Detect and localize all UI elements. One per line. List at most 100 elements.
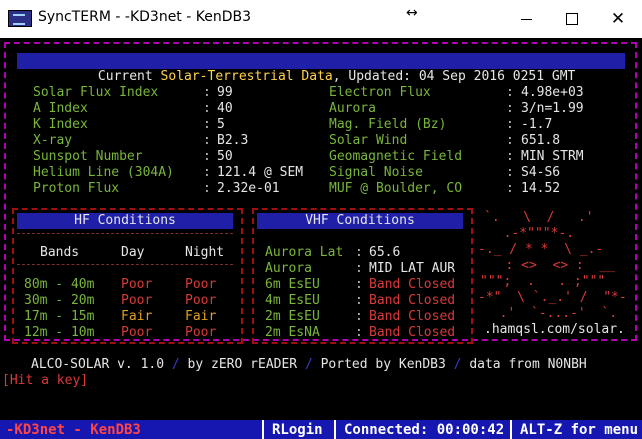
colon: :: [355, 309, 363, 324]
header-suffix: , Updated: 04 Sep 2016 0251 GMT: [332, 69, 576, 84]
status-menu-hint: ALT-Z for menu: [520, 422, 639, 438]
status-protocol: RLogin: [272, 422, 323, 438]
solar-left-label-0: Solar Flux Index: [33, 85, 159, 100]
hit-a-key-prompt[interactable]: [Hit a key]: [2, 373, 88, 389]
colon: :: [506, 181, 514, 196]
minimize-icon: [520, 18, 532, 20]
vhf-title-bar: VHF Conditions: [257, 213, 463, 229]
hf-band: 80m - 40m: [24, 277, 95, 292]
status-divider: [334, 420, 336, 439]
solar-left-label-1: A Index: [33, 101, 88, 116]
resize-icon[interactable]: ↔: [406, 5, 418, 21]
solar-right-value-6: 14.52: [521, 181, 561, 196]
solar-left-label-6: Proton Flux: [33, 181, 120, 196]
art-line: .-*"""*-.: [488, 226, 582, 241]
solar-right-label-2: Mag. Field (Bz): [329, 117, 447, 132]
hf-night: Poor: [185, 277, 217, 292]
window-title: SyncTERM - -KD3net - KenDB3: [38, 9, 252, 25]
vhf-band: 4m EsEU: [265, 293, 320, 308]
maximize-button[interactable]: [549, 0, 595, 38]
hf-day: Poor: [121, 277, 153, 292]
status-system: -KD3net - KenDB3: [6, 422, 141, 438]
close-button[interactable]: ✕: [595, 0, 641, 38]
colon: :: [203, 181, 211, 196]
vhf-status: Band Closed: [369, 277, 456, 292]
solar-left-value-2: 5: [217, 117, 225, 132]
hf-day: Poor: [121, 325, 153, 340]
syncterm-app-icon: [8, 10, 32, 27]
hf-band: 30m - 20m: [24, 293, 95, 308]
status-bar: -KD3net - KenDB3 RLogin Connected: 00:00…: [0, 420, 642, 439]
solar-right-label-3: Solar Wind: [329, 133, 408, 148]
solar-right-label-6: MUF @ Boulder, CO: [329, 181, 463, 196]
solar-left-value-4: 50: [217, 149, 233, 164]
hf-title-bar: HF Conditions: [17, 213, 233, 229]
credit-name: ALCO-SOLAR v. 1.0: [31, 357, 165, 372]
maximize-icon: [566, 13, 578, 25]
vhf-aurora-lat-value: 65.6: [369, 245, 401, 260]
colon: :: [203, 149, 211, 164]
solar-left-label-4: Sunspot Number: [33, 149, 143, 164]
colon: :: [506, 133, 514, 148]
solar-right-label-4: Geomagnetic Field: [329, 149, 463, 164]
hf-header-day: Day: [121, 245, 145, 260]
solar-right-value-4: MIN STRM: [521, 149, 584, 164]
solar-left-label-5: Helium Line (304A): [33, 165, 174, 180]
colon: :: [203, 117, 211, 132]
colon: :: [506, 165, 514, 180]
vhf-band: 6m EsEU: [265, 277, 320, 292]
credit-port: Ported by KenDB3: [320, 357, 446, 372]
status-divider: [510, 420, 512, 439]
solar-right-label-0: Electron Flux: [329, 85, 431, 100]
hf-night: Poor: [185, 293, 217, 308]
solar-left-value-0: 99: [217, 85, 233, 100]
colon: :: [203, 101, 211, 116]
vhf-status: Band Closed: [369, 293, 456, 308]
art-line: .' `-...-' `.: [484, 306, 618, 321]
vhf-aurora-value: MID LAT AUR: [369, 261, 456, 276]
solar-right-label-5: Signal Noise: [329, 165, 423, 180]
hf-header-night: Night: [185, 245, 225, 260]
slash: /: [453, 357, 462, 372]
solar-right-value-5: S4-S6: [521, 165, 561, 180]
slash: /: [304, 357, 313, 372]
colon: :: [355, 261, 363, 276]
solar-left-value-3: B2.3: [217, 133, 249, 148]
credit-source: data from N0NBH: [469, 357, 587, 372]
art-line: -*" \ `._.' / "*-: [478, 290, 627, 305]
solar-left-label-2: K Index: [33, 117, 88, 132]
vhf-status: Band Closed: [369, 309, 456, 324]
sun-ascii-art: `. \ / .' .-*"""*-. -._ / * * \ _.- : <>…: [478, 208, 632, 340]
credit-author: by zERO rEADER: [187, 357, 298, 372]
hf-day: Fair: [121, 309, 153, 324]
close-icon: ✕: [610, 9, 626, 29]
art-line: -._ / * * \ _.-: [478, 242, 604, 257]
hf-divider: [17, 264, 233, 265]
solar-right-label-1: Aurora: [329, 101, 376, 116]
solar-right-value-0: 4.98e+03: [521, 85, 584, 100]
art-line: `. \ / .': [484, 210, 594, 225]
terminal-screen[interactable]: Current Solar-Terrestrial Data, Updated:…: [0, 38, 642, 439]
solar-right-value-3: 651.8: [521, 133, 561, 148]
status-divider: [262, 420, 264, 439]
colon: :: [203, 85, 211, 100]
vhf-band: 2m EsNA: [265, 325, 320, 340]
header-highlight: Solar-Terrestrial Data: [160, 69, 333, 84]
solar-right-value-2: -1.7: [521, 117, 553, 132]
hf-band: 17m - 15m: [24, 309, 95, 324]
colon: :: [506, 149, 514, 164]
solar-left-value-6: 2.32e-01: [217, 181, 280, 196]
colon: :: [355, 293, 363, 308]
minimize-button[interactable]: [503, 0, 549, 38]
hf-header-bands: Bands: [40, 245, 80, 260]
vhf-aurora-label: Aurora: [265, 261, 312, 276]
solar-right-value-1: 3/n=1.99: [521, 101, 584, 116]
header-bar: Current Solar-Terrestrial Data, Updated:…: [17, 53, 625, 84]
vhf-aurora-lat-label: Aurora Lat: [265, 245, 344, 260]
hf-night: Fair: [185, 309, 217, 324]
vhf-status: Band Closed: [369, 325, 456, 340]
colon: :: [506, 117, 514, 132]
hf-night: Poor: [185, 325, 217, 340]
header-prefix: Current: [97, 69, 161, 84]
slash: /: [171, 357, 180, 372]
